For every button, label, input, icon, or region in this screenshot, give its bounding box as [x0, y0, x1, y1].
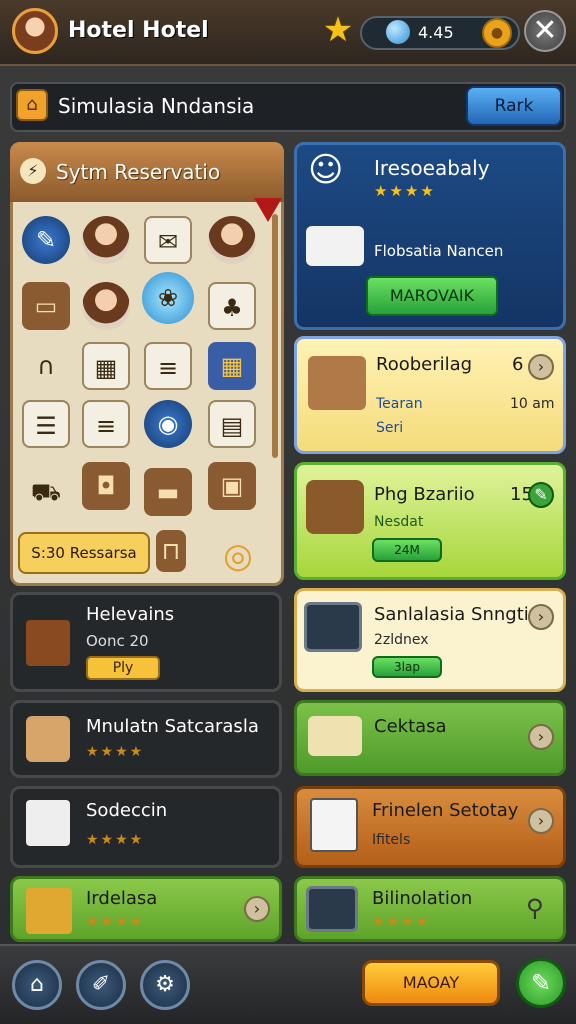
chair-icon: [26, 716, 70, 762]
pencil-cup-icon: [26, 620, 70, 666]
card-title: Irdelasa: [86, 888, 158, 909]
bellboy-icon: ☺: [308, 150, 344, 190]
card-title: Iresoeabaly: [374, 156, 490, 180]
rope-icon[interactable]: ∩: [22, 342, 70, 390]
reservation-footer-button[interactable]: S:30 Ressarsa: [18, 532, 150, 574]
card-title: Rooberilag: [376, 354, 473, 375]
app-title: Hotel Hotel: [68, 18, 209, 43]
clipboard-icon[interactable]: ☰: [22, 400, 70, 448]
lap-button[interactable]: 3lap: [372, 656, 442, 678]
card-line: Ifitels: [372, 832, 411, 848]
edit-icon[interactable]: ✎: [528, 482, 554, 508]
chevron-right-icon[interactable]: ›: [528, 724, 554, 750]
search-icon[interactable]: ⚲: [526, 894, 544, 922]
card-line: 2zldnex: [374, 632, 429, 648]
beach-brochure-icon[interactable]: ❀: [142, 272, 194, 324]
receptionist-face[interactable]: [82, 216, 130, 264]
card-line: Seri: [376, 420, 404, 436]
card-stars: ★★★★: [86, 914, 145, 930]
calendar-icon[interactable]: ▤: [208, 400, 256, 448]
receptionist-face[interactable]: [82, 282, 130, 330]
card-title: Cektasa: [374, 716, 447, 737]
chevron-right-icon[interactable]: ›: [528, 808, 554, 834]
document-icon: [310, 798, 358, 852]
card-stars: ★★★★: [86, 744, 145, 760]
card-subtitle: Flobsatia Nancen: [374, 242, 504, 260]
panel-icon[interactable]: ▦: [82, 342, 130, 390]
sub-title: Simulasia Nndansia: [58, 94, 255, 118]
card-title: Mnulatn Satcarasla: [86, 716, 259, 737]
bag-icon[interactable]: ◘: [82, 462, 130, 510]
time-button[interactable]: 24M: [372, 538, 442, 562]
bed-icon[interactable]: ▬: [144, 468, 192, 516]
main-action-button[interactable]: MAOAY: [362, 960, 500, 1006]
armchair-icon: [308, 356, 366, 410]
box-icon: [26, 888, 72, 934]
globe-icon[interactable]: ◉: [144, 400, 192, 448]
reservation-scrollbar[interactable]: [272, 214, 278, 458]
bag-icon: [306, 480, 364, 534]
pencil-icon[interactable]: ✎: [516, 958, 566, 1008]
play-button[interactable]: Ply: [86, 656, 160, 680]
home-icon[interactable]: ⌂: [12, 960, 62, 1010]
gear-icon[interactable]: ⚙: [140, 960, 190, 1010]
towels-icon[interactable]: ≡: [144, 342, 192, 390]
gem-icon: [386, 20, 410, 44]
card-line: Tearan: [376, 396, 423, 412]
home-small-icon[interactable]: ⌂: [16, 89, 48, 121]
marovaik-button[interactable]: MAROVAIK: [366, 276, 498, 316]
towel-icon: [308, 716, 362, 756]
suitcase-icon[interactable]: ▣: [208, 462, 256, 510]
reservation-title: Sytm Reservatio: [56, 160, 221, 184]
card-subtitle: Oonc 20: [86, 632, 149, 650]
trolley-icon[interactable]: ⊓: [156, 530, 186, 572]
towels-icon[interactable]: ≡: [82, 400, 130, 448]
wrench-icon[interactable]: ✎: [22, 216, 70, 264]
map-note-icon[interactable]: ✉: [144, 216, 192, 264]
card-stars: ★★★★: [86, 832, 145, 848]
chevron-right-icon[interactable]: ›: [528, 354, 554, 380]
coin-icon[interactable]: ●: [482, 18, 512, 48]
papers-icon: [26, 800, 70, 846]
card-time: 10 am: [510, 396, 555, 412]
tools-icon[interactable]: ✐: [76, 960, 126, 1010]
table-icon[interactable]: ▭: [22, 282, 70, 330]
cart-icon[interactable]: ⛟: [22, 468, 70, 516]
card-title: Bilinolation: [372, 888, 473, 909]
currency-value: 4.45: [418, 23, 454, 42]
card-stars: ★★★★: [374, 182, 436, 200]
card-title: Sanlalasia Snngtian: [374, 604, 552, 625]
card-title: Frinelen Setotay: [372, 800, 519, 821]
card-stars: ★★★★: [372, 914, 431, 930]
star-icon: ★: [322, 10, 354, 50]
card-title: Sodeccin: [86, 800, 168, 821]
close-button[interactable]: ✕: [524, 10, 566, 52]
rank-button[interactable]: Rark: [466, 86, 562, 126]
card-title: Phg Bzariio: [374, 484, 475, 505]
player-avatar[interactable]: [12, 8, 58, 54]
bed-icon: [306, 226, 364, 266]
chevron-right-icon[interactable]: ›: [244, 896, 270, 922]
card-title: Helevains: [86, 604, 175, 625]
panel-icon[interactable]: ▦: [208, 342, 256, 390]
palm-sign-icon[interactable]: ♣: [208, 282, 256, 330]
computer-icon: [306, 886, 358, 932]
laptop-icon: [304, 602, 362, 652]
lightning-icon: ⚡: [20, 158, 46, 184]
donut-icon[interactable]: ◎: [214, 532, 262, 580]
card-line: Nesdat: [374, 514, 424, 530]
receptionist-face[interactable]: [208, 216, 256, 264]
card-count: 6: [512, 354, 524, 375]
chevron-right-icon[interactable]: ›: [528, 604, 554, 630]
